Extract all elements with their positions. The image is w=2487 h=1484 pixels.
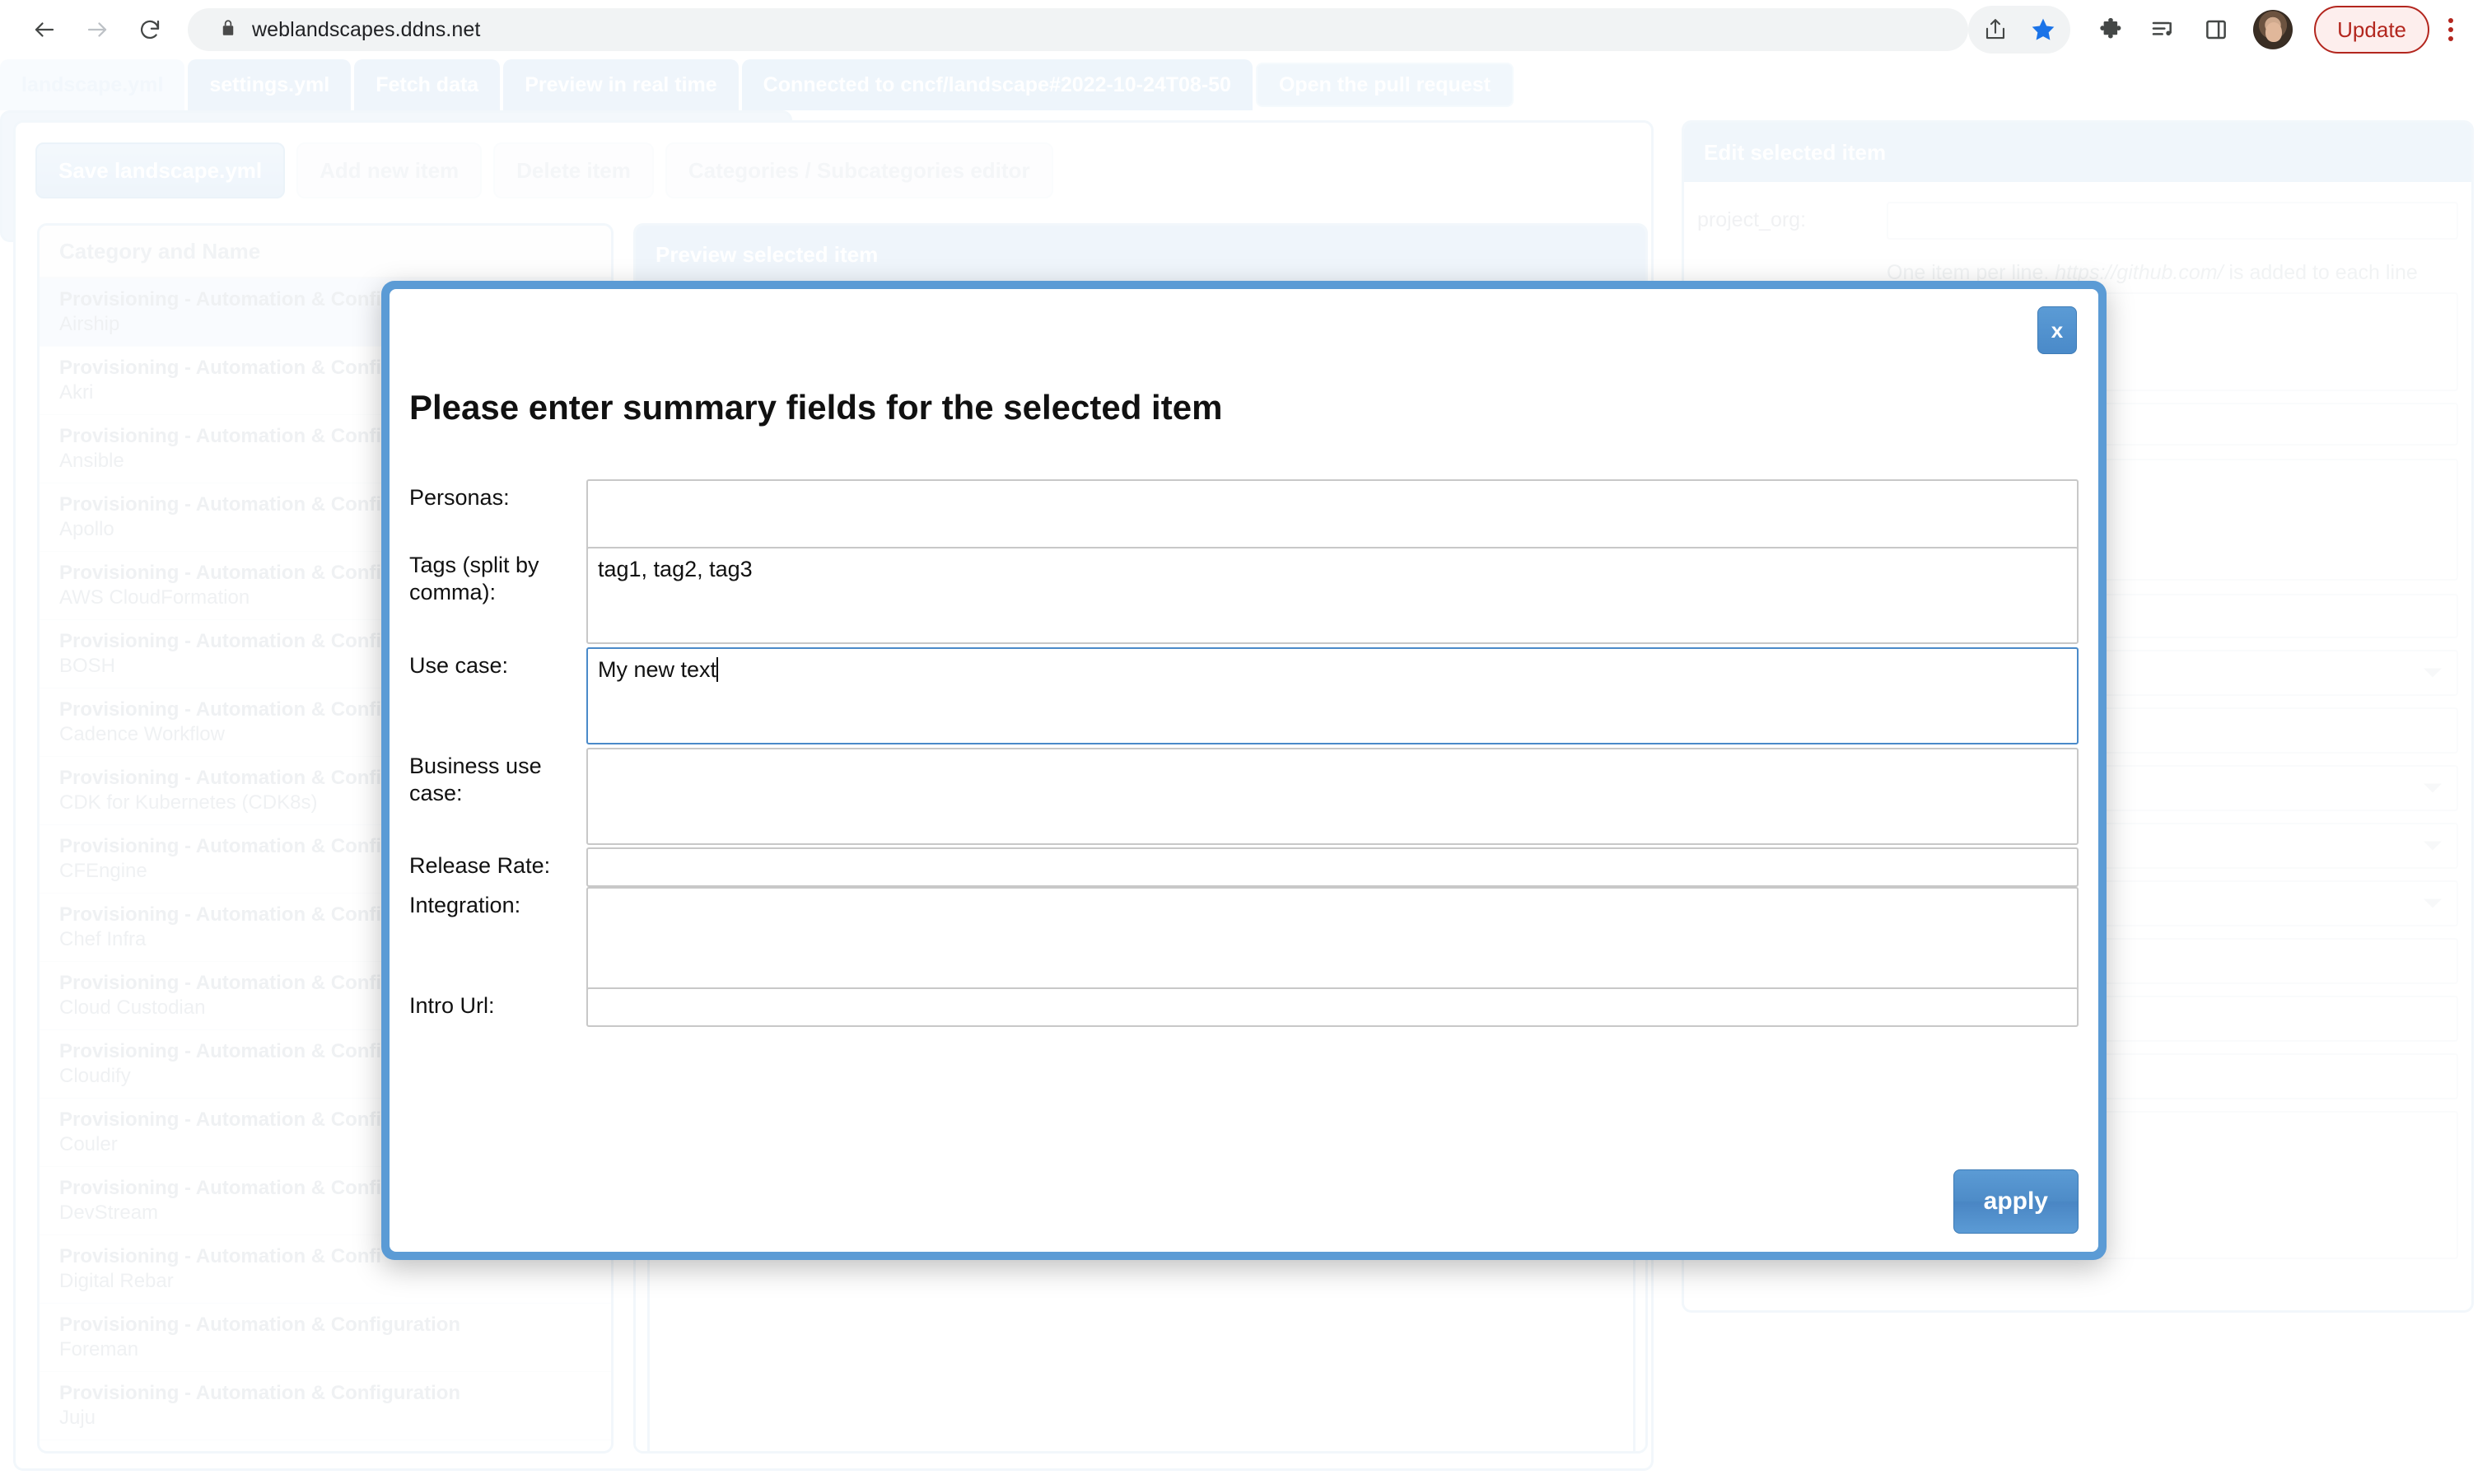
media-list-icon[interactable] <box>2139 6 2187 54</box>
modal-body: x Please enter summary fields for the se… <box>390 289 2098 1252</box>
edit-panel-title: Edit selected item <box>1704 139 1887 165</box>
tab-label: landscape.yml <box>21 72 164 96</box>
star-icon[interactable] <box>2019 6 2067 54</box>
connection-status-label: Connected to cncf/landscape#2022-10-24T0… <box>763 72 1231 96</box>
modal-field-label: Intro Url: <box>409 993 495 1018</box>
tab-preview-in-real-time[interactable]: Preview in real time <box>503 59 739 110</box>
close-label: x <box>2051 317 2064 343</box>
list-item[interactable]: Provisioning - Automation & Configuratio… <box>40 1304 611 1372</box>
update-button-label: Update <box>2337 16 2406 42</box>
modal-field-textarea[interactable] <box>586 887 2079 994</box>
three-dot-menu-icon[interactable] <box>2434 18 2467 41</box>
back-arrow-icon[interactable] <box>21 7 68 53</box>
tab-landscape-yml[interactable]: landscape.yml <box>0 59 185 110</box>
apply-button-label: apply <box>1983 1188 2048 1215</box>
save-landscape-label: Save landscape.yml <box>58 157 263 183</box>
url-text: weblandscapes.ddns.net <box>252 17 481 41</box>
modal-field-row: Intro Url: <box>409 987 2079 1027</box>
text-cursor <box>716 657 719 682</box>
close-icon[interactable]: x <box>2037 306 2077 354</box>
project-org-label: project_org: <box>1697 208 1807 231</box>
list-column-header: Category and Name <box>40 226 611 278</box>
sidebar-panel-icon[interactable] <box>2192 6 2240 54</box>
editor-toolbar: Save landscape.yml Add new item Delete i… <box>35 142 1053 198</box>
share-icon[interactable] <box>1971 6 2019 54</box>
apply-button[interactable]: apply <box>1953 1169 2079 1234</box>
avatar[interactable] <box>2253 10 2293 49</box>
edit-panel-header: Edit selected item <box>1684 123 2471 182</box>
open-pull-request-button[interactable]: Open the pull request <box>1255 63 1514 107</box>
delete-item-label: Delete item <box>516 157 631 183</box>
modal-field-input[interactable] <box>586 987 2079 1027</box>
list-item-category: Provisioning - Automation & Configuratio… <box>59 1382 461 1404</box>
summary-fields-modal: x Please enter summary fields for the se… <box>381 281 2107 1260</box>
categories-editor-label: Categories / Subcategories editor <box>688 157 1030 183</box>
modal-field-row: Business use case: <box>409 748 2079 845</box>
chevron-down-icon <box>2424 841 2442 851</box>
modal-field-textarea[interactable] <box>586 748 2079 845</box>
toolbar-actions: Update <box>1968 6 2487 54</box>
project-org-row: project_org: <box>1697 202 2458 240</box>
preview-panel-header: Preview selected item <box>636 226 1645 283</box>
categories-subcategories-editor-button[interactable]: Categories / Subcategories editor <box>665 142 1053 198</box>
modal-field-input[interactable] <box>586 847 2079 887</box>
hint-suffix: is added to each line <box>2223 261 2418 284</box>
modal-field-label: Release Rate: <box>409 853 551 878</box>
modal-field-row: Use case: My new text <box>409 647 2079 744</box>
delete-item-button[interactable]: Delete item <box>493 142 654 198</box>
chevron-down-icon <box>2424 783 2442 793</box>
tab-label: Preview in real time <box>525 72 717 96</box>
add-new-item-label: Add new item <box>320 157 460 183</box>
modal-field-label: Tags (split by comma): <box>409 553 539 604</box>
tab-fetch-data[interactable]: Fetch data <box>354 59 501 110</box>
page-title: Please enter summary fields for the sele… <box>409 388 1223 427</box>
list-column-header-label: Category and Name <box>59 238 261 264</box>
list-item-name: Digital Rebar <box>59 1270 174 1292</box>
lock-icon <box>219 17 237 43</box>
modal-field-textarea[interactable]: My new text <box>586 647 2079 744</box>
address-bar[interactable]: weblandscapes.ddns.net <box>188 8 1969 51</box>
chevron-down-icon <box>2424 898 2442 908</box>
modal-field-value: My new text <box>598 657 717 682</box>
app-tab-bar: landscape.yml settings.yml Fetch data Pr… <box>0 59 2487 110</box>
preview-panel-title: Preview selected item <box>656 241 879 267</box>
list-item-category: Provisioning - Automation & Configuratio… <box>59 1314 461 1336</box>
save-landscape-button[interactable]: Save landscape.yml <box>35 142 286 198</box>
modal-field-label: Business use case: <box>409 754 542 805</box>
list-item-name: Juju <box>59 1407 96 1429</box>
list-item[interactable]: Provisioning - Automation & Configuratio… <box>40 1372 611 1440</box>
connection-status: Connected to cncf/landscape#2022-10-24T0… <box>741 59 1253 110</box>
modal-field-row: Release Rate: <box>409 847 2079 887</box>
list-item-category: Provisioning - Automation & Configuratio… <box>59 1450 611 1451</box>
modal-field-label: Integration: <box>409 893 521 917</box>
tab-settings-yml[interactable]: settings.yml <box>188 59 352 110</box>
list-item-name: Foreman <box>59 1338 139 1360</box>
share-and-bookmark-group <box>1968 6 2071 54</box>
add-new-item-button[interactable]: Add new item <box>296 142 483 198</box>
project-org-input[interactable] <box>1887 202 2458 240</box>
navigation-buttons <box>0 7 173 53</box>
browser-toolbar: weblandscapes.ddns.net Update <box>0 0 2487 59</box>
modal-field-value: tag1, tag2, tag3 <box>598 557 753 581</box>
puzzle-piece-icon[interactable] <box>2087 6 2135 54</box>
modal-field-row: Integration: <box>409 887 2079 994</box>
update-button[interactable]: Update <box>2314 6 2429 54</box>
modal-field-label: Use case: <box>409 653 509 678</box>
list-item[interactable]: Provisioning - Automation & Configuratio… <box>40 1440 611 1451</box>
forward-arrow-icon[interactable] <box>74 7 120 53</box>
chevron-down-icon <box>2424 668 2442 678</box>
reload-icon[interactable] <box>127 7 173 53</box>
tab-label: Fetch data <box>376 72 479 96</box>
tab-label: settings.yml <box>209 72 330 96</box>
open-pull-request-label: Open the pull request <box>1278 72 1491 96</box>
modal-field-row: Tags (split by comma): tag1, tag2, tag3 <box>409 547 2079 644</box>
modal-field-textarea[interactable]: tag1, tag2, tag3 <box>586 547 2079 644</box>
